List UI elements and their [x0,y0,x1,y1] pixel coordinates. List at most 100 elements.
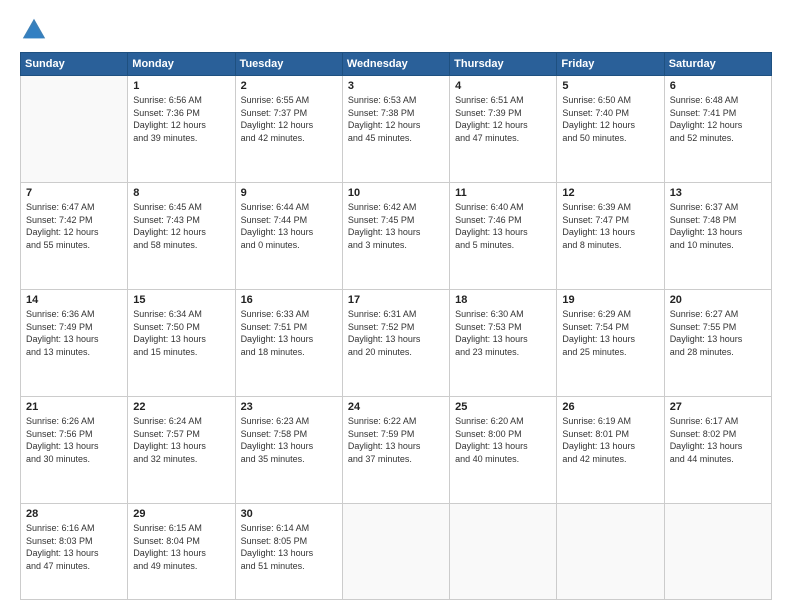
day-info: Sunrise: 6:29 AM Sunset: 7:54 PM Dayligh… [562,308,658,358]
day-info: Sunrise: 6:40 AM Sunset: 7:46 PM Dayligh… [455,201,551,251]
day-number: 27 [670,401,766,413]
day-info: Sunrise: 6:42 AM Sunset: 7:45 PM Dayligh… [348,201,444,251]
calendar-week-4: 21Sunrise: 6:26 AM Sunset: 7:56 PM Dayli… [21,397,772,504]
calendar-cell: 5 Sunrise: 6:50 AM Sunset: 7:40 PM Daylig… [557,76,664,183]
calendar-cell: 24 Sunrise: 6:22 AM Sunset: 7:59 PM Dayli… [342,397,449,504]
day-number: 22 [133,401,229,413]
day-number: 7 [26,187,122,199]
calendar-cell: 30 Sunrise: 6:14 AM Sunset: 8:05 PM Dayli… [235,504,342,600]
calendar-cell: 16 Sunrise: 6:33 AM Sunset: 7:51 PM Dayli… [235,290,342,397]
calendar-cell: 25Sunrise: 6:20 AM Sunset: 8:00 PM Dayli… [450,397,557,504]
day-number: 29 [133,508,229,520]
day-info: Sunrise: 6:24 AM Sunset: 7:57 PM Dayligh… [133,415,229,465]
day-info: Sunrise: 6:14 AM Sunset: 8:05 PM Dayligh… [241,522,337,572]
calendar-cell [664,504,771,600]
day-info: Sunrise: 6:50 AM Sunset: 7:40 PM Dayligh… [562,94,658,144]
day-info: Sunrise: 6:34 AM Sunset: 7:50 PM Dayligh… [133,308,229,358]
day-number: 6 [670,80,766,92]
day-info: Sunrise: 6:56 AM Sunset: 7:36 PM Dayligh… [133,94,229,144]
calendar-cell: 12Sunrise: 6:39 AM Sunset: 7:47 PM Dayli… [557,183,664,290]
calendar-cell: 18 Sunrise: 6:30 AM Sunset: 7:53 PM Dayli… [450,290,557,397]
calendar-cell: 13Sunrise: 6:37 AM Sunset: 7:48 PM Dayli… [664,183,771,290]
day-info: Sunrise: 6:23 AM Sunset: 7:58 PM Dayligh… [241,415,337,465]
day-number: 19 [562,294,658,306]
day-number: 28 [26,508,122,520]
calendar-cell [21,76,128,183]
logo [20,16,50,44]
calendar-cell: 3 Sunrise: 6:53 AM Sunset: 7:38 PM Daylig… [342,76,449,183]
calendar-cell: 7 Sunrise: 6:47 AM Sunset: 7:42 PM Daylig… [21,183,128,290]
day-number: 5 [562,80,658,92]
day-info: Sunrise: 6:26 AM Sunset: 7:56 PM Dayligh… [26,415,122,465]
day-info: Sunrise: 6:16 AM Sunset: 8:03 PM Dayligh… [26,522,122,572]
calendar-header-saturday: Saturday [664,53,771,76]
calendar-header-monday: Monday [128,53,235,76]
day-info: Sunrise: 6:15 AM Sunset: 8:04 PM Dayligh… [133,522,229,572]
calendar-cell: 21Sunrise: 6:26 AM Sunset: 7:56 PM Dayli… [21,397,128,504]
calendar-cell [342,504,449,600]
calendar-week-1: 1 Sunrise: 6:56 AM Sunset: 7:36 PM Daylig… [21,76,772,183]
day-info: Sunrise: 6:31 AM Sunset: 7:52 PM Dayligh… [348,308,444,358]
day-info: Sunrise: 6:22 AM Sunset: 7:59 PM Dayligh… [348,415,444,465]
logo-icon [20,16,48,44]
day-number: 14 [26,294,122,306]
day-info: Sunrise: 6:19 AM Sunset: 8:01 PM Dayligh… [562,415,658,465]
day-number: 9 [241,187,337,199]
day-info: Sunrise: 6:47 AM Sunset: 7:42 PM Dayligh… [26,201,122,251]
calendar-cell: 28 Sunrise: 6:16 AM Sunset: 8:03 PM Dayli… [21,504,128,600]
day-number: 8 [133,187,229,199]
day-info: Sunrise: 6:55 AM Sunset: 7:37 PM Dayligh… [241,94,337,144]
day-number: 13 [670,187,766,199]
calendar-week-3: 14 Sunrise: 6:36 AM Sunset: 7:49 PM Dayli… [21,290,772,397]
day-number: 11 [455,187,551,199]
day-number: 26 [562,401,658,413]
day-info: Sunrise: 6:53 AM Sunset: 7:38 PM Dayligh… [348,94,444,144]
calendar-header-row: SundayMondayTuesdayWednesdayThursdayFrid… [21,53,772,76]
calendar-cell: 26 Sunrise: 6:19 AM Sunset: 8:01 PM Dayli… [557,397,664,504]
day-number: 10 [348,187,444,199]
calendar-cell: 14 Sunrise: 6:36 AM Sunset: 7:49 PM Dayli… [21,290,128,397]
calendar-cell: 6 Sunrise: 6:48 AM Sunset: 7:41 PM Daylig… [664,76,771,183]
calendar-cell: 22 Sunrise: 6:24 AM Sunset: 7:57 PM Dayli… [128,397,235,504]
day-info: Sunrise: 6:33 AM Sunset: 7:51 PM Dayligh… [241,308,337,358]
calendar-cell: 4Sunrise: 6:51 AM Sunset: 7:39 PM Daylig… [450,76,557,183]
calendar-cell: 19 Sunrise: 6:29 AM Sunset: 7:54 PM Dayli… [557,290,664,397]
calendar-cell: 2 Sunrise: 6:55 AM Sunset: 7:37 PM Daylig… [235,76,342,183]
day-number: 30 [241,508,337,520]
header [20,16,772,44]
calendar-week-5: 28 Sunrise: 6:16 AM Sunset: 8:03 PM Dayli… [21,504,772,600]
day-number: 3 [348,80,444,92]
day-info: Sunrise: 6:30 AM Sunset: 7:53 PM Dayligh… [455,308,551,358]
day-number: 20 [670,294,766,306]
day-info: Sunrise: 6:51 AM Sunset: 7:39 PM Dayligh… [455,94,551,144]
page: SundayMondayTuesdayWednesdayThursdayFrid… [0,0,792,612]
calendar-cell: 29 Sunrise: 6:15 AM Sunset: 8:04 PM Dayli… [128,504,235,600]
calendar-cell: 17 Sunrise: 6:31 AM Sunset: 7:52 PM Dayli… [342,290,449,397]
calendar-cell: 11 Sunrise: 6:40 AM Sunset: 7:46 PM Dayli… [450,183,557,290]
day-info: Sunrise: 6:48 AM Sunset: 7:41 PM Dayligh… [670,94,766,144]
calendar-header-tuesday: Tuesday [235,53,342,76]
day-number: 2 [241,80,337,92]
day-info: Sunrise: 6:36 AM Sunset: 7:49 PM Dayligh… [26,308,122,358]
day-number: 12 [562,187,658,199]
day-number: 1 [133,80,229,92]
calendar-header-thursday: Thursday [450,53,557,76]
calendar-header-wednesday: Wednesday [342,53,449,76]
day-number: 25 [455,401,551,413]
calendar-cell: 15Sunrise: 6:34 AM Sunset: 7:50 PM Dayli… [128,290,235,397]
day-info: Sunrise: 6:17 AM Sunset: 8:02 PM Dayligh… [670,415,766,465]
calendar-week-2: 7 Sunrise: 6:47 AM Sunset: 7:42 PM Daylig… [21,183,772,290]
calendar-table: SundayMondayTuesdayWednesdayThursdayFrid… [20,52,772,600]
day-info: Sunrise: 6:44 AM Sunset: 7:44 PM Dayligh… [241,201,337,251]
calendar-cell: 20Sunrise: 6:27 AM Sunset: 7:55 PM Dayli… [664,290,771,397]
calendar-header-sunday: Sunday [21,53,128,76]
day-number: 23 [241,401,337,413]
calendar-cell: 23 Sunrise: 6:23 AM Sunset: 7:58 PM Dayli… [235,397,342,504]
day-number: 16 [241,294,337,306]
calendar-cell: 9 Sunrise: 6:44 AM Sunset: 7:44 PM Daylig… [235,183,342,290]
day-number: 17 [348,294,444,306]
day-info: Sunrise: 6:45 AM Sunset: 7:43 PM Dayligh… [133,201,229,251]
day-number: 24 [348,401,444,413]
day-number: 18 [455,294,551,306]
calendar-cell: 1 Sunrise: 6:56 AM Sunset: 7:36 PM Daylig… [128,76,235,183]
